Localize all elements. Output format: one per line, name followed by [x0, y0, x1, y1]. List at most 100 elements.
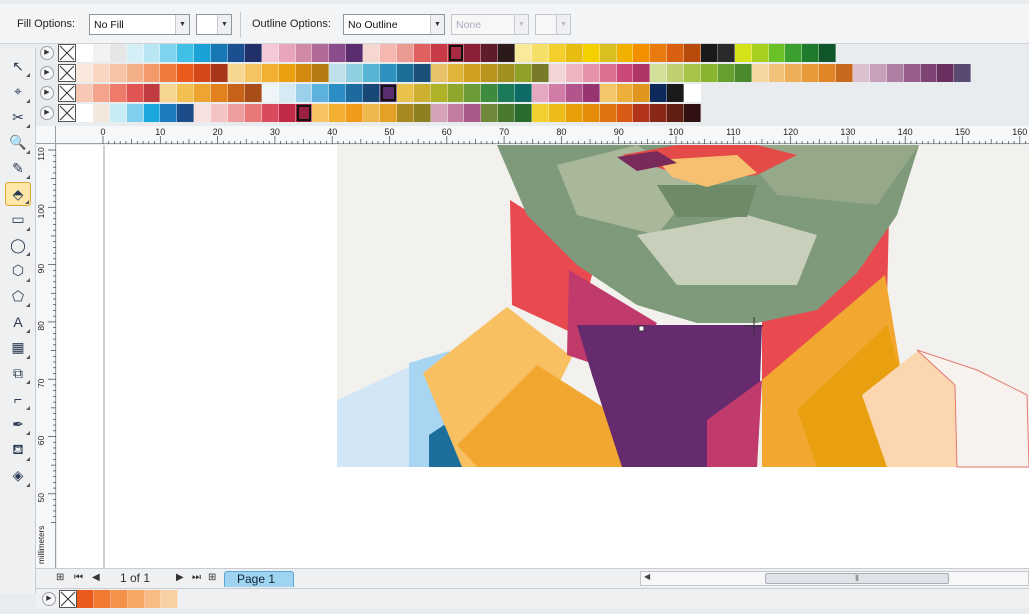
color-swatch[interactable]	[211, 84, 229, 102]
color-swatch[interactable]	[481, 44, 499, 62]
color-swatch[interactable]	[143, 84, 161, 102]
color-swatch[interactable]	[346, 84, 364, 102]
color-swatch[interactable]	[684, 64, 701, 82]
color-swatch[interactable]	[515, 64, 533, 82]
color-swatch[interactable]	[160, 104, 178, 122]
color-swatch[interactable]	[717, 64, 735, 82]
color-swatch[interactable]	[802, 64, 820, 82]
color-swatch[interactable]	[650, 64, 668, 82]
color-swatch[interactable]	[109, 84, 127, 102]
color-swatch[interactable]	[481, 64, 499, 82]
color-swatch[interactable]	[93, 590, 111, 608]
color-swatch[interactable]	[228, 104, 245, 122]
color-swatch[interactable]	[380, 64, 397, 82]
scroll-left-icon[interactable]: ◀	[644, 572, 650, 581]
color-swatch[interactable]	[582, 104, 600, 122]
interactive-fill-tool-button[interactable]: ◈	[5, 464, 31, 488]
color-swatch[interactable]	[363, 104, 381, 122]
color-swatch[interactable]	[160, 44, 178, 62]
color-swatch[interactable]	[886, 64, 904, 82]
pick-tool-button[interactable]: ↖	[5, 54, 31, 78]
color-swatch[interactable]	[616, 44, 634, 62]
color-swatch[interactable]	[177, 84, 195, 102]
next-page-icon[interactable]: ▶	[176, 572, 184, 583]
crop-tool-button[interactable]: ✂	[5, 105, 31, 129]
color-swatch[interactable]	[109, 104, 127, 122]
outline-width-dropdown[interactable]: None ▼	[451, 14, 529, 35]
color-swatch[interactable]	[548, 84, 566, 102]
color-swatch[interactable]	[211, 44, 229, 62]
color-swatch[interactable]	[295, 104, 313, 122]
color-swatch[interactable]	[548, 104, 566, 122]
palette-flyout-icon[interactable]: ▶	[42, 592, 56, 606]
color-swatch[interactable]	[278, 104, 296, 122]
color-swatch[interactable]	[194, 84, 212, 102]
color-swatch[interactable]	[143, 64, 161, 82]
color-swatch[interactable]	[413, 64, 431, 82]
color-swatch[interactable]	[127, 590, 145, 608]
color-swatch[interactable]	[954, 64, 972, 82]
polygon-tool-button[interactable]: ⬡	[5, 259, 31, 283]
color-swatch[interactable]	[228, 84, 245, 102]
tab-page-1[interactable]: Page 1	[224, 571, 294, 587]
no-color-swatch[interactable]	[58, 84, 76, 102]
color-swatch[interactable]	[380, 84, 397, 102]
color-swatch[interactable]	[261, 64, 279, 82]
color-swatch[interactable]	[278, 84, 296, 102]
color-swatch[interactable]	[565, 44, 583, 62]
color-swatch[interactable]	[616, 84, 634, 102]
horizontal-scrollbar[interactable]: ◀ ⦀	[640, 571, 1029, 586]
color-swatch[interactable]	[515, 104, 533, 122]
color-swatch[interactable]	[244, 44, 262, 62]
color-swatch[interactable]	[143, 104, 161, 122]
color-swatch[interactable]	[869, 64, 887, 82]
color-swatch[interactable]	[278, 44, 296, 62]
color-swatch[interactable]	[261, 104, 279, 122]
color-swatch[interactable]	[667, 44, 685, 62]
color-swatch[interactable]	[346, 44, 364, 62]
color-swatch[interactable]	[430, 44, 448, 62]
color-swatch[interactable]	[77, 590, 94, 608]
color-swatch[interactable]	[126, 64, 144, 82]
color-swatch[interactable]	[447, 84, 465, 102]
color-swatch[interactable]	[498, 64, 516, 82]
color-swatch[interactable]	[734, 44, 752, 62]
color-swatch[interactable]	[346, 104, 364, 122]
color-swatch[interactable]	[599, 64, 617, 82]
palette-flyout-icon[interactable]: ▶	[40, 106, 54, 120]
color-swatch[interactable]	[430, 104, 448, 122]
outline-pen-tool-button[interactable]: ✒	[5, 412, 31, 436]
color-swatch[interactable]	[177, 64, 195, 82]
color-swatch[interactable]	[413, 84, 431, 102]
color-swatch[interactable]	[667, 104, 685, 122]
color-swatch[interactable]	[396, 64, 414, 82]
fill-tool-button[interactable]: ⛾	[5, 438, 31, 462]
color-swatch[interactable]	[582, 64, 600, 82]
color-swatch[interactable]	[194, 64, 212, 82]
zoom-tool-button[interactable]: 🔍	[5, 131, 31, 155]
color-swatch[interactable]	[396, 44, 414, 62]
color-swatch[interactable]	[244, 104, 262, 122]
color-swatch[interactable]	[194, 104, 212, 122]
color-swatch[interactable]	[836, 64, 853, 82]
color-swatch[interactable]	[616, 104, 634, 122]
color-swatch[interactable]	[548, 64, 566, 82]
color-swatch[interactable]	[329, 84, 347, 102]
color-swatch[interactable]	[700, 64, 718, 82]
color-swatch[interactable]	[126, 104, 144, 122]
color-swatch[interactable]	[650, 44, 668, 62]
eyedropper-tool-button[interactable]: ⌐	[5, 387, 31, 411]
color-swatch[interactable]	[751, 44, 769, 62]
color-swatch[interactable]	[413, 104, 431, 122]
color-swatch[interactable]	[498, 84, 516, 102]
outline-color-picker[interactable]: ▼	[535, 14, 571, 35]
no-color-swatch[interactable]	[58, 44, 76, 62]
color-swatch[interactable]	[633, 84, 651, 102]
color-swatch[interactable]	[244, 84, 262, 102]
color-swatch[interactable]	[616, 64, 634, 82]
color-swatch[interactable]	[548, 44, 566, 62]
color-swatch[interactable]	[76, 84, 93, 102]
color-swatch[interactable]	[92, 104, 110, 122]
color-swatch[interactable]	[633, 64, 651, 82]
color-swatch[interactable]	[363, 44, 381, 62]
